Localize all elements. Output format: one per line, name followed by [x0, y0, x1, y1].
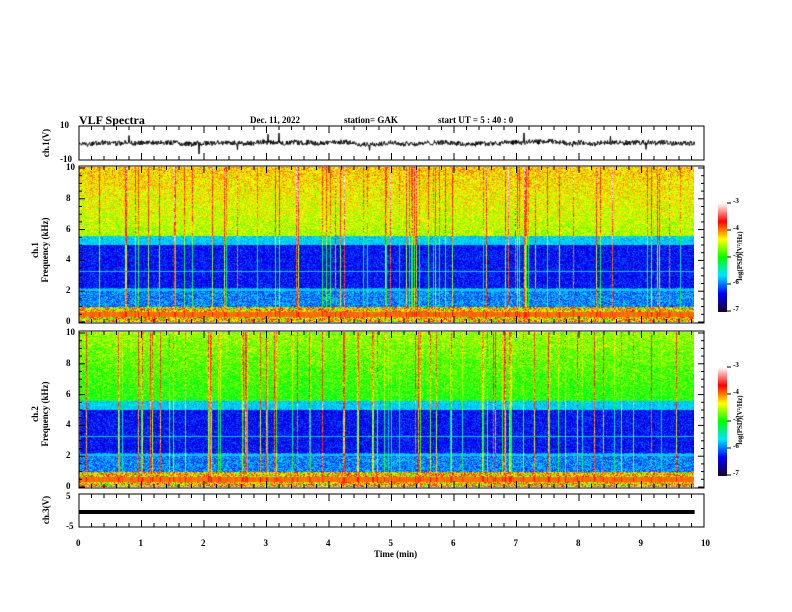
y-tick-label: 5: [66, 491, 71, 501]
colorbar-tick-label: -6: [733, 442, 739, 450]
y-tick-label: 10: [66, 327, 75, 337]
x-tick-label: 10: [701, 538, 710, 548]
y-tick-label: 4: [66, 419, 71, 430]
y-tick-label: 8: [66, 357, 71, 368]
y-tick-label: 0: [66, 481, 71, 491]
colorbar-tick-label: -7: [733, 469, 739, 477]
ch3-ylabel: ch.3(V): [41, 495, 51, 525]
colorbar-tick-label: -5: [733, 415, 739, 423]
x-tick-label: 0: [76, 538, 81, 548]
x-tick-label: 7: [513, 538, 519, 548]
y-tick-label: 6: [66, 223, 71, 234]
x-tick-label: 8: [576, 538, 581, 548]
y-tick-label: -5: [66, 521, 74, 531]
ch1-ylabel: ch.1(V): [41, 128, 51, 158]
y-tick-label: 8: [66, 192, 71, 203]
x-tick-label: 2: [201, 538, 206, 548]
colorbar-tick-label: -7: [733, 305, 739, 313]
y-tick-label: 10: [60, 120, 69, 130]
x-tick-label: 9: [638, 538, 644, 548]
colorbar-tick-label: -4: [733, 224, 739, 232]
y-tick-label: 2: [66, 450, 71, 461]
colorbar-tick-label: -6: [733, 278, 739, 286]
ch1-spec-ylabel-b: Frequency (kHz): [40, 217, 50, 283]
y-tick-label: 6: [66, 388, 71, 399]
y-tick-label: 2: [66, 285, 71, 296]
ch2-spec-ylabel-a: ch.2: [30, 406, 40, 422]
x-tick-label: 5: [388, 538, 394, 548]
ch2-spec-ylabel-b: Frequency (kHz): [40, 381, 50, 447]
ch2-spec-ylabel: ch.2 Frequency (kHz): [30, 364, 50, 464]
x-tick-label: 4: [326, 538, 331, 548]
colorbar-tick-label: -3: [733, 361, 739, 369]
axes-overlay: [78, 125, 731, 528]
x-tick-label: 3: [263, 538, 269, 548]
y-tick-label: 4: [66, 254, 71, 265]
colorbar-tick-label: -5: [733, 251, 739, 259]
vlf-figure: VLF Spectra Dec. 11, 2022 station= GAK s…: [0, 0, 792, 612]
x-tick-label: 6: [451, 538, 456, 548]
ch1-spec-ylabel: ch.1 Frequency (kHz): [30, 200, 50, 300]
y-tick-label: 10: [66, 162, 75, 172]
colorbar-tick-label: -4: [733, 388, 739, 396]
colorbar-tick-label: -3: [733, 197, 739, 205]
x-axis-label: Time (min): [374, 549, 418, 559]
y-tick-label: 0: [66, 316, 71, 326]
x-tick-label: 1: [138, 538, 144, 548]
panel-frame: [78, 330, 705, 489]
ch1-spec-ylabel-a: ch.1: [30, 242, 40, 258]
panel-frame: [78, 165, 705, 324]
